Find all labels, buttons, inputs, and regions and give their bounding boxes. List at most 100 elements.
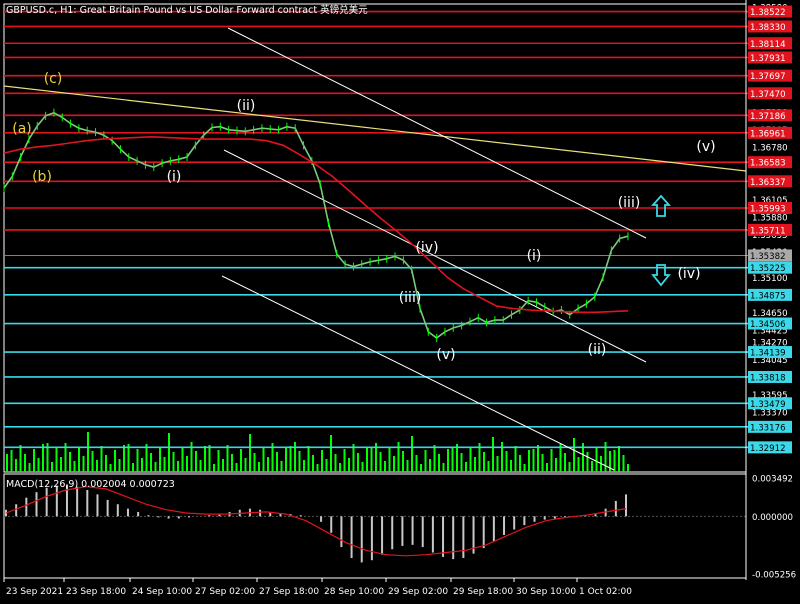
price-level-tag-label: 1.33176 [750, 423, 786, 433]
volume-bar [361, 462, 364, 472]
volume-bar [550, 449, 553, 472]
volume-bar [42, 444, 44, 472]
volume-bar [73, 461, 76, 472]
volume-bar [388, 447, 391, 472]
volume-bar [136, 449, 139, 472]
volume-bar [262, 448, 265, 472]
volume-bar [285, 447, 287, 472]
price-level-tag-label: 1.35711 [750, 226, 786, 236]
volume-bar [289, 446, 292, 472]
price-level-tag-label: 1.35382 [750, 252, 786, 262]
volume-bar [447, 449, 449, 472]
volume-bar [496, 456, 499, 472]
volume-bar [591, 461, 593, 472]
wave-label: (c) [44, 71, 63, 87]
volume-bar [586, 452, 589, 472]
price-tick-label: 1.34650 [752, 309, 788, 319]
price-level-tag-label: 1.38522 [750, 8, 786, 18]
volume-bar [114, 450, 116, 472]
volume-bar [537, 445, 539, 472]
wave-label: (i) [167, 169, 182, 185]
price-level-tag-label: 1.32912 [750, 444, 786, 454]
price-tick-label: 1.36780 [752, 143, 788, 153]
volume-bar [483, 452, 485, 472]
chart-title: GBPUSD.c, H1: Great Britain Pound vs US … [6, 4, 368, 16]
price-level-tag-label: 1.34506 [750, 320, 786, 330]
volume-bar [19, 445, 22, 472]
volume-bar [280, 461, 283, 472]
price-level-tag-label: 1.34875 [750, 291, 786, 301]
price-level-tag-label: 1.36337 [750, 178, 786, 188]
volume-bar [298, 451, 301, 472]
wave-label: (ii) [237, 98, 256, 114]
wave-label: (b) [32, 169, 52, 185]
time-tick-label: 28 Sep 10:00 [324, 587, 384, 597]
volume-bar [573, 438, 575, 472]
volume-bar [469, 448, 472, 472]
price-level-tag-label: 1.35225 [750, 264, 786, 274]
volume-bar [55, 448, 58, 472]
price-level-tag-label: 1.36961 [750, 129, 786, 139]
volume-bar [258, 462, 260, 472]
volume-bar [127, 444, 130, 472]
volume-bar [240, 449, 242, 472]
volume-bar [316, 464, 319, 472]
volume-bar [213, 464, 215, 472]
time-tick-label: 24 Sep 10:00 [132, 587, 192, 597]
volume-bar [613, 450, 616, 472]
volume-bar [307, 446, 310, 472]
volume-bar [208, 445, 211, 472]
volume-bar [267, 457, 269, 472]
wave-label: (iv) [415, 240, 438, 256]
volume-bar [334, 454, 337, 472]
volume-bar [37, 458, 40, 472]
volume-bar [24, 454, 26, 472]
volume-bar [78, 447, 80, 472]
volume-bar [366, 448, 368, 472]
volume-bar [379, 452, 382, 472]
volume-bar [100, 446, 103, 472]
volume-bar [204, 446, 206, 472]
volume-bar [568, 462, 571, 472]
volume-bar [352, 444, 355, 472]
chart-window[interactable]: (a) (b) (c) (i) (ii) (iii) (iv) (v) (i) (ii) (iii)… [0, 0, 800, 600]
time-tick-label: 27 Sep 02:00 [195, 587, 255, 597]
time-tick-label: 29 Sep 18:00 [453, 587, 513, 597]
price-level-tag-label: 1.38330 [750, 23, 786, 33]
price-level-tag-label: 1.33479 [750, 400, 786, 410]
volume-bar [231, 454, 233, 472]
volume-bar [429, 459, 431, 472]
volume-bar [357, 453, 359, 472]
volume-bar [510, 460, 512, 472]
volume-bar [222, 459, 224, 472]
volume-bar [559, 444, 562, 472]
time-tick-label: 23 Sep 2021 [6, 587, 63, 597]
volume-bar [177, 461, 179, 472]
price-level-tag-label: 1.35993 [750, 205, 786, 215]
volume-bar [312, 455, 314, 472]
volume-bar [505, 451, 508, 472]
chart-canvas[interactable]: (a) (b) (c) (i) (ii) (iii) (iv) (v) (i) (ii) (iii)… [0, 0, 800, 600]
volume-bar [528, 450, 530, 472]
volume-bar [595, 447, 598, 472]
volume-bar [604, 442, 607, 472]
volume-bar [622, 455, 625, 472]
macd-tick-label: 0.000000 [752, 513, 793, 523]
volume-bar [51, 462, 53, 472]
volume-bar [87, 432, 89, 472]
volume-bar [519, 455, 521, 472]
volume-bar [343, 449, 346, 472]
volume-bar [154, 462, 157, 472]
volume-bar [348, 458, 350, 472]
price-level-tag-label: 1.37931 [750, 54, 786, 64]
volume-bar [330, 435, 332, 472]
macd-tick-label: -0.005256 [752, 571, 796, 581]
volume-bar [321, 450, 323, 472]
wave-label: (ii) [588, 342, 607, 358]
volume-bar [438, 454, 440, 472]
wave-label: (v) [696, 139, 715, 155]
volume-bar [69, 452, 71, 472]
volume-bar [460, 453, 463, 472]
volume-bar [123, 445, 125, 472]
volume-bar [339, 463, 341, 472]
